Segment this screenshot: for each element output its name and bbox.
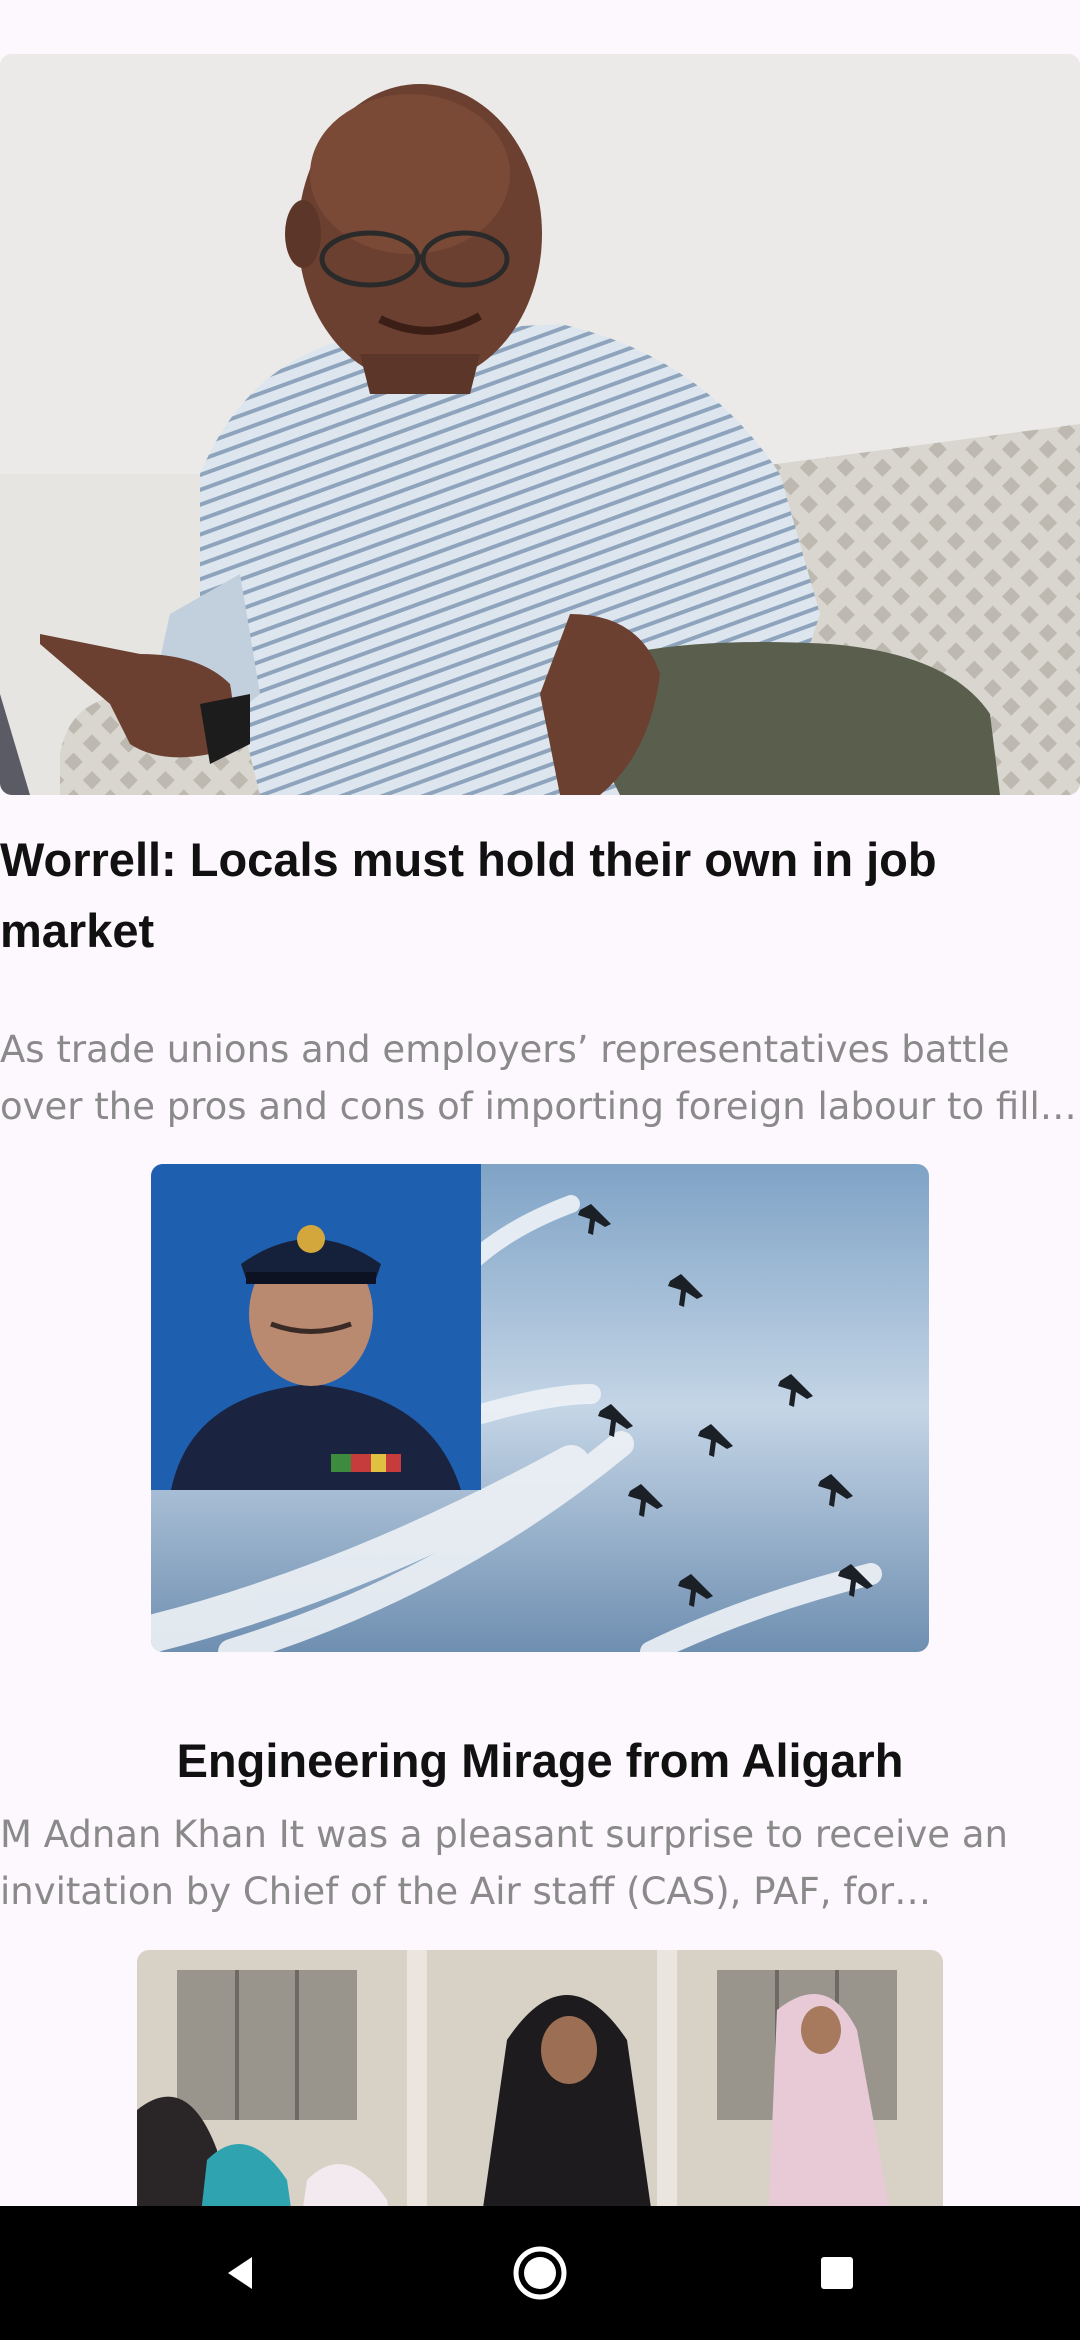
article-card[interactable]: Engineering Mirage from Aligarh M Adnan … bbox=[0, 1164, 1080, 1984]
status-bar bbox=[0, 0, 1080, 54]
news-feed[interactable]: Worrell: Locals must hold their own in j… bbox=[0, 54, 1080, 2206]
recents-icon[interactable] bbox=[797, 2233, 877, 2313]
article-title[interactable]: Worrell: Locals must hold their own in j… bbox=[0, 824, 1080, 966]
article-summary[interactable]: M Adnan Khan It was a pleasant surprise … bbox=[0, 1806, 1080, 1920]
screen: Worrell: Locals must hold their own in j… bbox=[0, 0, 1080, 2340]
article-summary[interactable]: As trade unions and employers’ represent… bbox=[0, 1021, 1080, 1135]
article-title[interactable]: Engineering Mirage from Aligarh bbox=[0, 1731, 1080, 1791]
article-card[interactable] bbox=[0, 1950, 1080, 2206]
article-image[interactable] bbox=[137, 1950, 943, 2206]
article-card[interactable]: Worrell: Locals must hold their own in j… bbox=[0, 54, 1080, 1134]
air-chief-jets-photo bbox=[151, 1164, 929, 1652]
back-icon[interactable] bbox=[200, 2233, 280, 2313]
home-icon[interactable] bbox=[500, 2233, 580, 2313]
article-image[interactable] bbox=[151, 1164, 929, 1652]
article-image[interactable] bbox=[0, 54, 1080, 795]
women-classroom-photo bbox=[137, 1950, 943, 2206]
navigation-bar bbox=[0, 2206, 1080, 2340]
man-seated-photo bbox=[0, 54, 1080, 795]
